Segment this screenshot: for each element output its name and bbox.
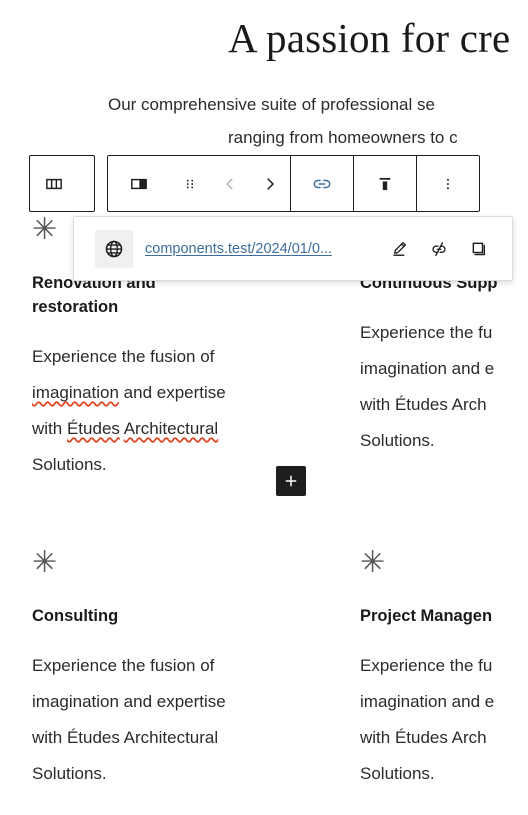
ellipsis-vertical-icon [447, 178, 449, 189]
pencil-icon [393, 241, 406, 256]
page-subtitle: Our comprehensive suite of professional … [108, 88, 528, 154]
block-type-column-button[interactable] [108, 156, 170, 211]
align-top-icon [379, 177, 391, 190]
globe-glyph [105, 240, 123, 257]
move-up-button[interactable] [210, 156, 250, 211]
link-icon [313, 179, 331, 188]
service-body[interactable]: Experience the fusion of imagination and… [32, 648, 302, 792]
service-title[interactable]: Project Managen [360, 604, 528, 628]
parent-block-group [29, 155, 95, 212]
more-options-button[interactable] [417, 156, 479, 211]
unlink-icon [432, 241, 446, 256]
asterisk-icon: ✳ [360, 545, 386, 580]
link-popover: components.test/2024/01/0... [73, 216, 513, 281]
misspelled-word: Architectural [123, 419, 219, 438]
link-button[interactable] [291, 156, 353, 211]
page-subtitle-line-1: Our comprehensive suite of professional … [108, 95, 435, 114]
service-body-text: Solutions. [32, 455, 107, 474]
copy-link-button[interactable] [464, 234, 494, 264]
link-url[interactable]: components.test/2024/01/0... [145, 241, 384, 257]
drag-dots-icon [187, 179, 193, 188]
service-title[interactable]: Consulting [32, 604, 302, 628]
misspelled-word: Études [66, 419, 120, 438]
vertical-align-button[interactable] [354, 156, 416, 211]
edit-link-button[interactable] [384, 234, 414, 264]
misspelled-word: imagination [32, 383, 119, 402]
copy-icon [472, 242, 486, 255]
editor-canvas: A passion for cre Our comprehensive suit… [0, 0, 528, 815]
service-body[interactable]: Experience the fu imagination and e with… [360, 648, 528, 792]
select-parent-columns-button[interactable] [30, 156, 78, 211]
service-card-project-management[interactable]: ✳ Project Managen Experience the fu imag… [360, 548, 528, 792]
service-body[interactable]: Experience the fusion of imagination and… [32, 339, 302, 483]
block-tools-group [107, 155, 480, 212]
link-popover-actions [384, 234, 494, 264]
move-down-button[interactable] [250, 156, 290, 211]
page-subtitle-line-2: ranging from homeowners to c [228, 128, 458, 147]
globe-icon [95, 229, 133, 268]
chevron-right-icon [267, 177, 274, 190]
column-icon [131, 178, 147, 189]
page-title: A passion for cre [228, 15, 511, 61]
plus-icon [285, 475, 297, 487]
asterisk-icon: ✳ [32, 545, 58, 580]
chevron-left-icon [226, 177, 233, 190]
drag-handle[interactable] [170, 156, 210, 211]
add-block-button[interactable] [276, 466, 306, 496]
service-body[interactable]: Experience the fu imagination and e with… [360, 315, 528, 459]
block-toolbar [29, 155, 480, 212]
service-card-consulting[interactable]: ✳ Consulting Experience the fusion of im… [32, 548, 302, 792]
unlink-button[interactable] [424, 234, 454, 264]
service-body-text: Experience the fusion of [32, 347, 215, 366]
columns-icon [46, 178, 62, 189]
